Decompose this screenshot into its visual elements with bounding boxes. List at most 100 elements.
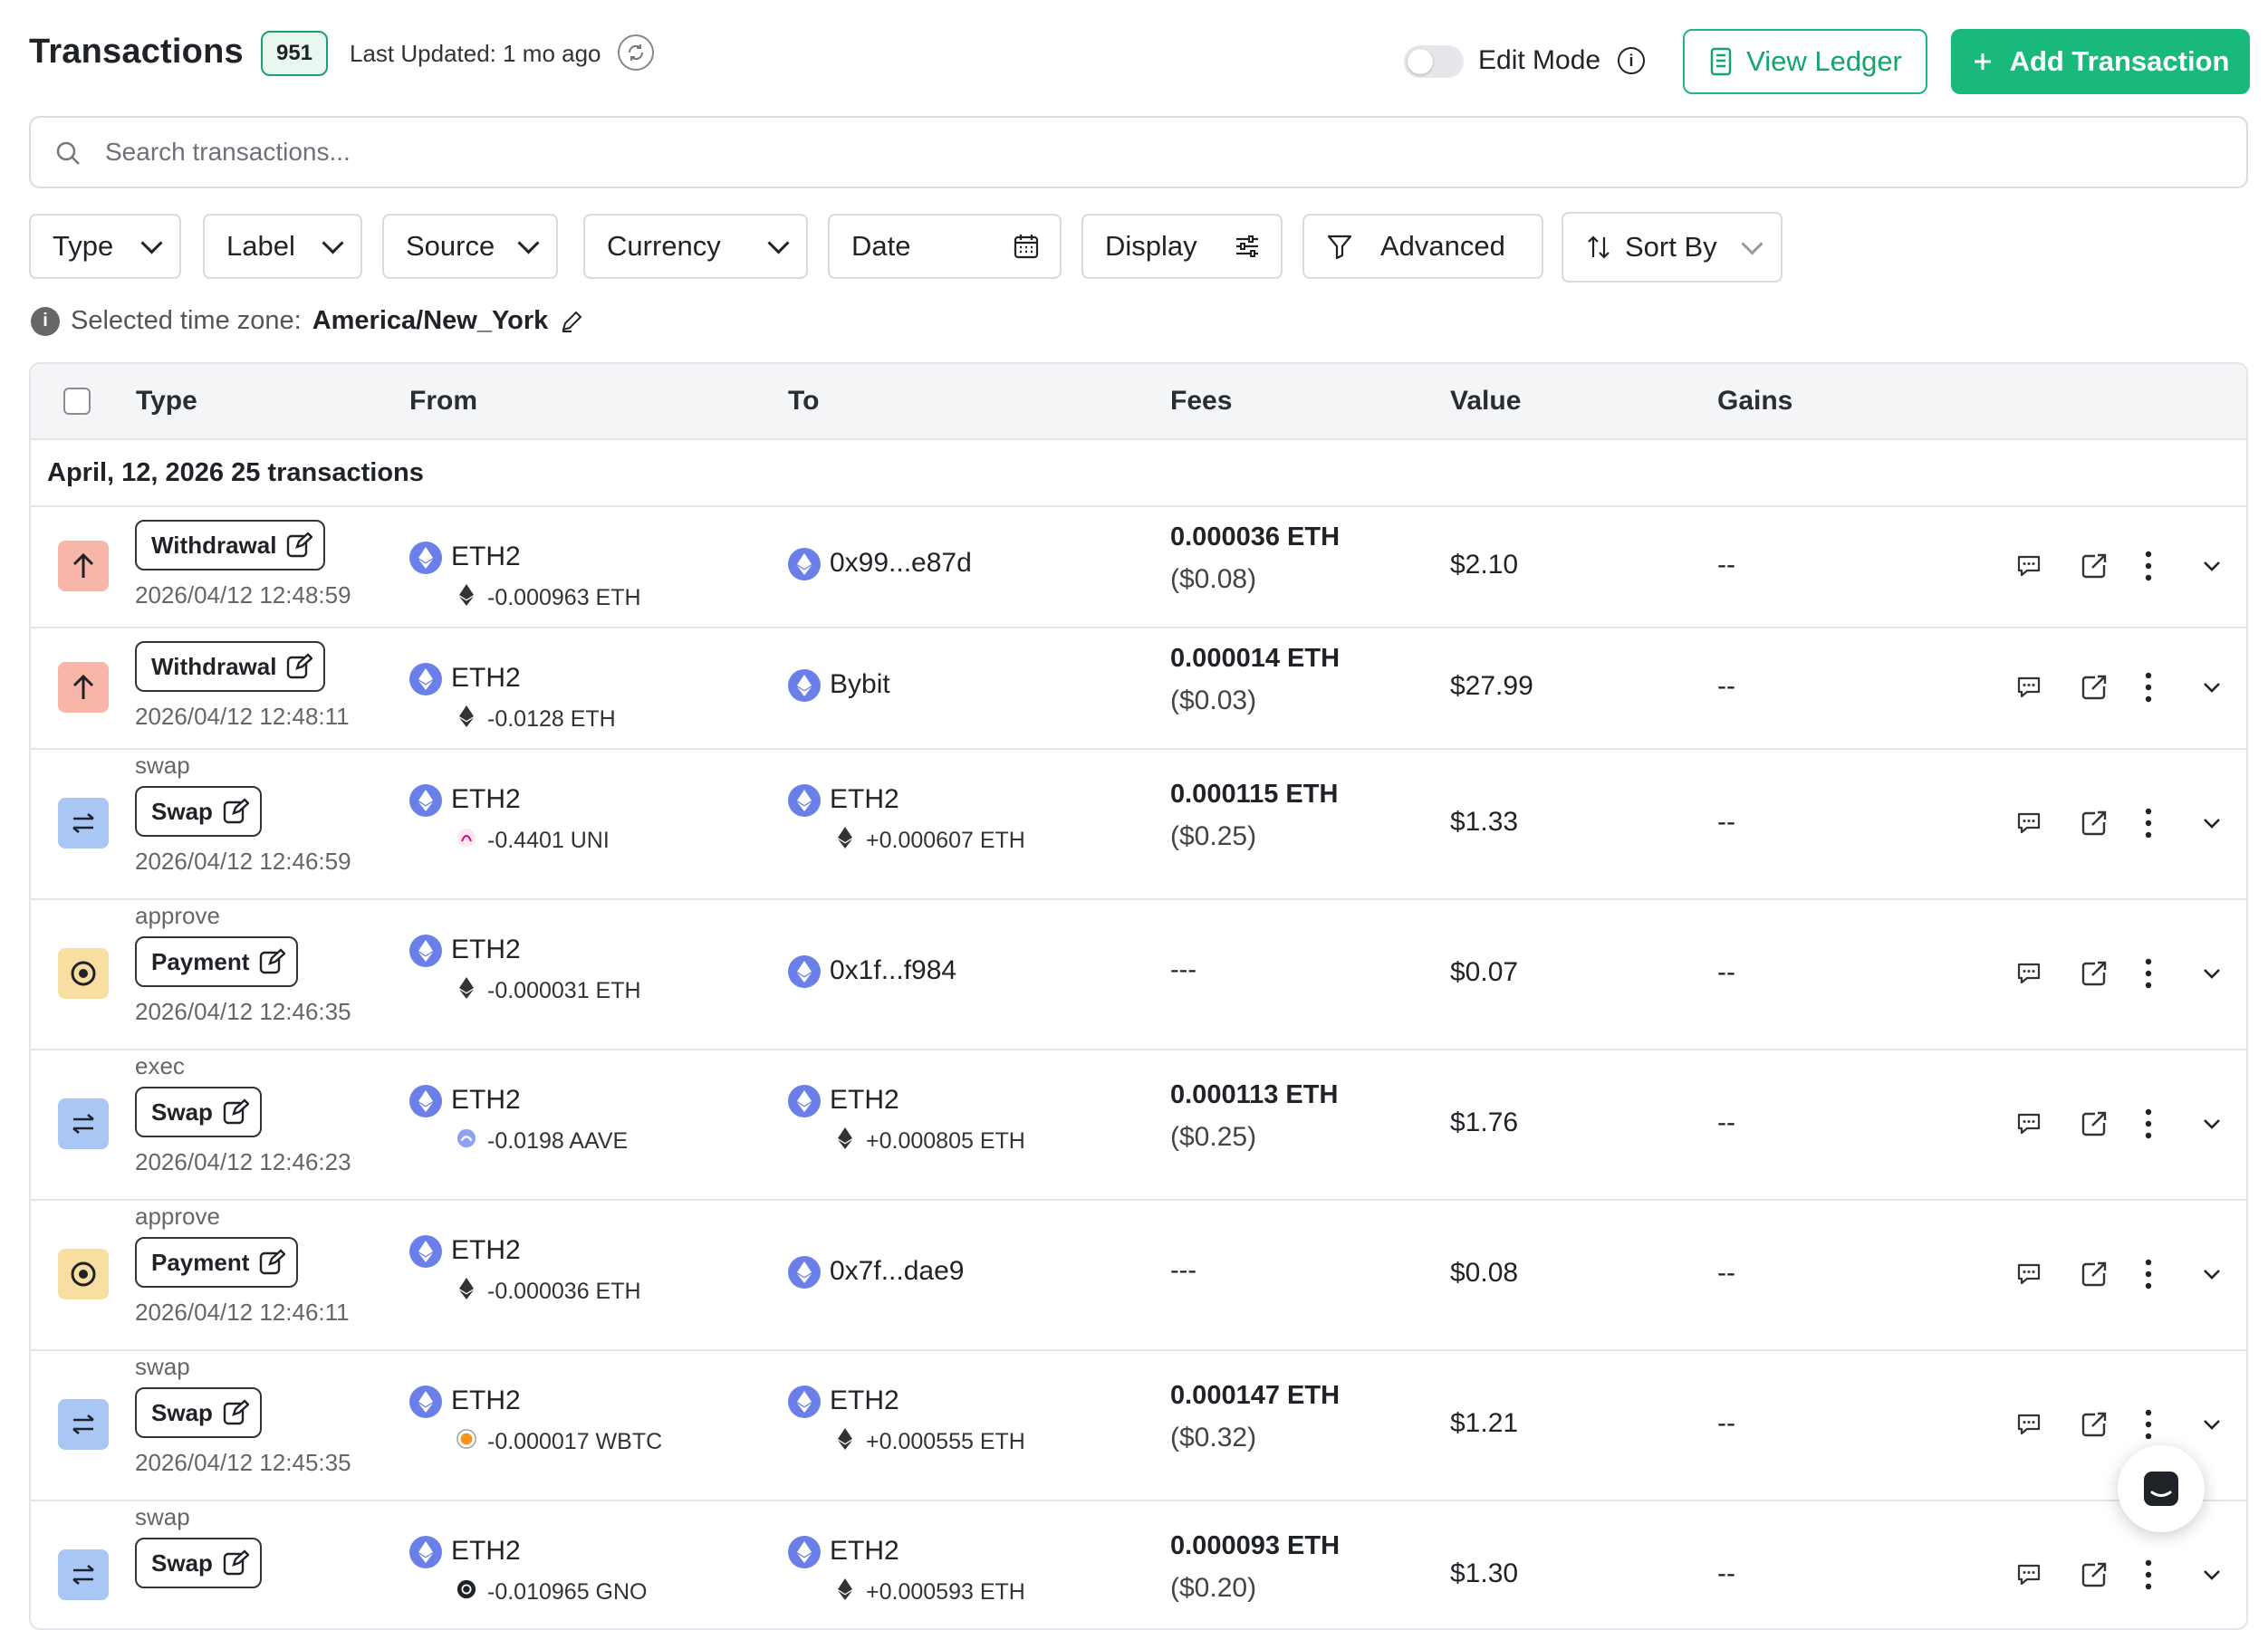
- chevron-down-icon[interactable]: [2201, 1265, 2223, 1283]
- table-row[interactable]: exec Swap 2026/04/12 12:46:23 ETH2 -0.0198 A…: [31, 1049, 2246, 1201]
- from-account[interactable]: ETH2: [451, 935, 521, 965]
- chevron-down-icon[interactable]: [2201, 1415, 2223, 1433]
- table-row[interactable]: Withdrawal 2026/04/12 12:48:59 ETH2 -0.0009…: [31, 505, 2246, 628]
- table-row[interactable]: approve Payment 2026/04/12 12:46:11 ETH2 -0.…: [31, 1199, 2246, 1351]
- edit-icon: [287, 653, 313, 679]
- chevron-down-icon[interactable]: [2201, 1566, 2223, 1584]
- from-account[interactable]: ETH2: [451, 542, 521, 572]
- column-header-to[interactable]: To: [788, 386, 819, 417]
- to-account[interactable]: ETH2: [830, 1536, 899, 1567]
- more-vertical-icon[interactable]: [2143, 1558, 2154, 1591]
- to-account[interactable]: ETH2: [830, 784, 899, 815]
- table-row[interactable]: swap Swap 2026/04/12 12:46:59 ETH2 -0.4401 U…: [31, 748, 2246, 900]
- filter-source[interactable]: Source: [382, 214, 558, 279]
- to-account[interactable]: 0x1f...f984: [830, 955, 956, 986]
- select-all-checkbox[interactable]: [63, 388, 91, 415]
- comment-icon[interactable]: [2014, 673, 2043, 702]
- external-link-icon[interactable]: [2080, 1410, 2109, 1439]
- edit-mode-toggle[interactable]: [1404, 45, 1464, 78]
- to-account[interactable]: Bybit: [830, 669, 890, 700]
- from-amount: -0.000017 WBTC: [487, 1429, 663, 1454]
- from-account[interactable]: ETH2: [451, 1085, 521, 1116]
- transaction-label-button[interactable]: Swap: [135, 786, 262, 837]
- chat-icon: [2144, 1472, 2178, 1506]
- comment-icon[interactable]: [2014, 1260, 2043, 1289]
- filter-date[interactable]: Date: [828, 214, 1062, 279]
- from-account[interactable]: ETH2: [451, 1536, 521, 1567]
- comment-icon[interactable]: [2014, 551, 2043, 580]
- chevron-down-icon[interactable]: [2201, 964, 2223, 983]
- info-icon[interactable]: i: [1618, 47, 1645, 74]
- external-link-icon[interactable]: [2080, 1109, 2109, 1138]
- external-link-icon[interactable]: [2080, 673, 2109, 702]
- from-account[interactable]: ETH2: [451, 663, 521, 694]
- comment-icon[interactable]: [2014, 1109, 2043, 1138]
- from-account[interactable]: ETH2: [451, 1386, 521, 1416]
- more-vertical-icon[interactable]: [2143, 807, 2154, 839]
- column-header-gains[interactable]: Gains: [1717, 386, 1792, 417]
- transaction-label-button[interactable]: Swap: [135, 1387, 262, 1438]
- comment-icon[interactable]: [2014, 1560, 2043, 1589]
- external-link-icon[interactable]: [2080, 551, 2109, 580]
- filter-display[interactable]: Display: [1081, 214, 1283, 279]
- transaction-label-button[interactable]: Payment: [135, 936, 299, 987]
- from-account[interactable]: ETH2: [451, 784, 521, 815]
- transaction-label-button[interactable]: Withdrawal: [135, 520, 326, 570]
- filter-type[interactable]: Type: [29, 214, 181, 279]
- fee-amount: ---: [1170, 955, 1196, 984]
- filter-currency[interactable]: Currency: [583, 214, 808, 279]
- more-vertical-icon[interactable]: [2143, 1408, 2154, 1441]
- external-link-icon[interactable]: [2080, 809, 2109, 838]
- external-link-icon[interactable]: [2080, 959, 2109, 988]
- gains: --: [1717, 671, 1735, 701]
- to-account[interactable]: ETH2: [830, 1386, 899, 1416]
- transaction-label-button[interactable]: Payment: [135, 1237, 299, 1288]
- payment-icon: [58, 948, 109, 999]
- column-header-type[interactable]: Type: [136, 386, 197, 417]
- swap-arrows-icon: [58, 798, 109, 849]
- table-row[interactable]: approve Payment 2026/04/12 12:46:35 ETH2 -0.…: [31, 898, 2246, 1050]
- chevron-down-icon[interactable]: [2201, 814, 2223, 832]
- comment-icon[interactable]: [2014, 1410, 2043, 1439]
- filter-advanced[interactable]: Advanced: [1302, 214, 1543, 279]
- more-vertical-icon[interactable]: [2143, 957, 2154, 990]
- wbtc-coin-icon: [456, 1427, 476, 1451]
- more-vertical-icon[interactable]: [2143, 1107, 2154, 1140]
- to-amount: +0.000555 ETH: [866, 1429, 1025, 1454]
- table-row[interactable]: Withdrawal 2026/04/12 12:48:11 ETH2 -0.0128…: [31, 627, 2246, 750]
- chat-launcher-button[interactable]: [2118, 1445, 2205, 1532]
- to-account[interactable]: 0x99...e87d: [830, 548, 972, 579]
- fee-amount: 0.000115 ETH: [1170, 780, 1339, 809]
- filter-label[interactable]: Label: [203, 214, 362, 279]
- eth-wallet-icon: [788, 669, 821, 702]
- transaction-label-button[interactable]: Withdrawal: [135, 641, 326, 692]
- search-input[interactable]: Search transactions...: [29, 116, 2248, 188]
- table-row[interactable]: swap Swap 2026/04/12 12:45:35 ETH2 -0.000017…: [31, 1349, 2246, 1501]
- table-row[interactable]: swap Swap ETH2 -0.010965 GNO ETH2 +0.000593 E…: [31, 1500, 2246, 1628]
- chevron-down-icon[interactable]: [2201, 1115, 2223, 1133]
- chevron-down-icon[interactable]: [2201, 678, 2223, 696]
- comment-icon[interactable]: [2014, 809, 2043, 838]
- sort-by-button[interactable]: Sort By: [1562, 212, 1783, 283]
- eth-wallet-icon: [788, 1386, 821, 1418]
- view-ledger-button[interactable]: View Ledger: [1683, 29, 1927, 94]
- external-link-icon[interactable]: [2080, 1260, 2109, 1289]
- more-vertical-icon[interactable]: [2143, 550, 2154, 582]
- transaction-label-button[interactable]: Swap: [135, 1538, 262, 1588]
- refresh-icon[interactable]: [618, 34, 654, 71]
- edit-icon[interactable]: [559, 309, 584, 334]
- transaction-label-button[interactable]: Swap: [135, 1087, 262, 1137]
- external-link-icon[interactable]: [2080, 1560, 2109, 1589]
- more-vertical-icon[interactable]: [2143, 1258, 2154, 1290]
- column-header-value[interactable]: Value: [1450, 386, 1521, 417]
- column-header-fees[interactable]: Fees: [1170, 386, 1232, 417]
- to-account[interactable]: 0x7f...dae9: [830, 1256, 964, 1287]
- add-transaction-button[interactable]: Add Transaction: [1951, 29, 2250, 94]
- column-header-from[interactable]: From: [409, 386, 477, 417]
- comment-icon[interactable]: [2014, 959, 2043, 988]
- more-vertical-icon[interactable]: [2143, 671, 2154, 704]
- to-amount: +0.000805 ETH: [866, 1128, 1025, 1154]
- from-account[interactable]: ETH2: [451, 1235, 521, 1266]
- to-account[interactable]: ETH2: [830, 1085, 899, 1116]
- chevron-down-icon[interactable]: [2201, 557, 2223, 575]
